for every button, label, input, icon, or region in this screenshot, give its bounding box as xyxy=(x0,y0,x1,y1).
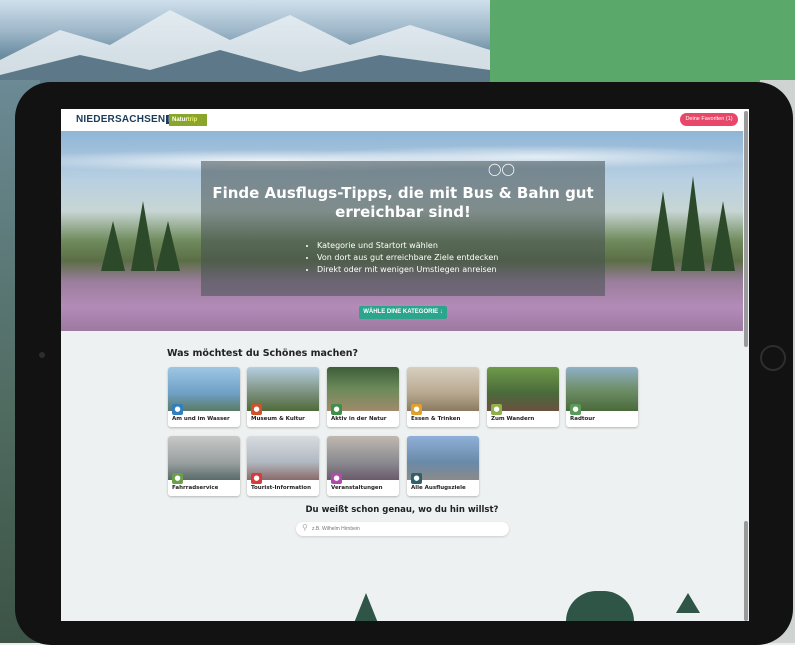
hero-tree xyxy=(131,201,155,271)
category-label: Essen & Trinken xyxy=(411,416,461,422)
favorites-button[interactable]: Deine Favoriten (1) xyxy=(680,113,738,126)
category-tile[interactable]: ● Am und im Wasser xyxy=(168,367,240,427)
hiking-icon: ● xyxy=(491,404,502,415)
destination-search[interactable]: ⚲ xyxy=(296,522,509,536)
food-icon: ● xyxy=(411,404,422,415)
category-tile[interactable]: ● Essen & Trinken xyxy=(407,367,479,427)
search-section-title: Du weißt schon genau, wo du hin willst? xyxy=(305,505,499,515)
bus-icon: ◯ xyxy=(501,162,515,176)
museum-icon: ● xyxy=(251,404,262,415)
train-icon: ◯ xyxy=(488,162,502,176)
bike-icon: ● xyxy=(570,404,581,415)
niedersachsen-logo[interactable]: NIEDERSACHSENNI xyxy=(76,114,179,125)
category-tile[interactable]: ● Museum & Kultur xyxy=(247,367,319,427)
page-scrollbar-lower[interactable] xyxy=(744,521,748,621)
category-tile[interactable]: ● Alle Ausflugsziele xyxy=(407,436,479,496)
event-icon: ● xyxy=(331,473,342,484)
category-label: Alle Ausflugsziele xyxy=(411,485,466,491)
category-label: Museum & Kultur xyxy=(251,416,305,422)
hero-bullet: Kategorie und Startort wählen xyxy=(317,240,498,252)
tablet-camera xyxy=(39,352,45,358)
category-label: Tourist-Information xyxy=(251,485,311,491)
category-label: Fahrradservice xyxy=(172,485,219,491)
category-label: Radtour xyxy=(570,416,595,422)
water-icon: ● xyxy=(172,404,183,415)
decorative-tree xyxy=(354,593,378,621)
hero-bullet-list: Kategorie und Startort wählen Von dort a… xyxy=(307,240,498,276)
hero-tree xyxy=(681,176,705,271)
hero-title: Finde Ausflugs-Tipps, die mit Bus & Bahn… xyxy=(212,184,594,221)
website-screen: NIEDERSACHSENNI Naturtrip Deine Favorite… xyxy=(61,109,749,621)
nature-icon: ● xyxy=(331,404,342,415)
category-tile[interactable]: ● Zum Wandern xyxy=(487,367,559,427)
category-tile[interactable]: ● Fahrradservice xyxy=(168,436,240,496)
choose-category-button[interactable]: WÄHLE DINE KATEGORIE ↓ xyxy=(359,306,447,319)
categories-title: Was möchtest du Schönes machen? xyxy=(167,348,359,359)
background-mountain-photo xyxy=(0,0,490,90)
hero-tree xyxy=(156,221,180,271)
tablet-frame: NIEDERSACHSENNI Naturtrip Deine Favorite… xyxy=(15,82,793,645)
naturtrip-badge[interactable]: Naturtrip xyxy=(169,114,207,126)
hero-section: ◯◯ Finde Ausflugs-Tipps, die mit Bus & B… xyxy=(61,131,743,331)
decorative-tree xyxy=(676,593,700,613)
destination-search-input[interactable] xyxy=(312,524,502,534)
page-scrollbar[interactable] xyxy=(744,111,748,347)
hero-tree xyxy=(711,201,735,271)
background-green-panel xyxy=(490,0,795,82)
category-label: Am und im Wasser xyxy=(172,416,230,422)
mountain-shapes xyxy=(0,10,490,90)
hero-transport-icons: ◯◯ xyxy=(488,162,515,176)
category-tile[interactable]: ● Veranstaltungen xyxy=(327,436,399,496)
hero-bullet: Direkt oder mit wenigen Umstiegen anreis… xyxy=(317,264,498,276)
bike-service-icon: ● xyxy=(172,473,183,484)
category-label: Aktiv in der Natur xyxy=(331,416,387,422)
hero-tree xyxy=(101,221,125,271)
hero-bullet: Von dort aus gut erreichbare Ziele entde… xyxy=(317,252,498,264)
info-icon: ● xyxy=(251,473,262,484)
category-tile[interactable]: ● Aktiv in der Natur xyxy=(327,367,399,427)
search-icon: ⚲ xyxy=(302,523,308,532)
category-label: Zum Wandern xyxy=(491,416,535,422)
decorative-bush xyxy=(566,591,634,621)
tablet-home-button[interactable] xyxy=(760,345,786,371)
compass-icon: ● xyxy=(411,473,422,484)
category-label: Veranstaltungen xyxy=(331,485,383,491)
category-tile[interactable]: ● Radtour xyxy=(566,367,638,427)
site-header: NIEDERSACHSENNI Naturtrip Deine Favorite… xyxy=(61,109,749,131)
category-tile[interactable]: ● Tourist-Information xyxy=(247,436,319,496)
hero-tree xyxy=(651,191,675,271)
